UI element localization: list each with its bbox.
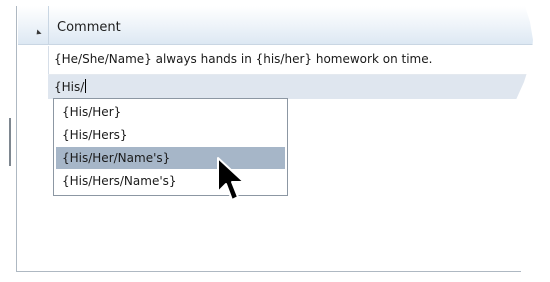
grid-left-border	[16, 6, 17, 272]
autocomplete-option[interactable]: {His/Hers/Name's}	[56, 170, 285, 192]
autocomplete-option[interactable]: {His/Her}	[56, 101, 285, 123]
autocomplete-option-selected[interactable]: {His/Her/Name's}	[56, 147, 285, 169]
grid-bottom-border	[16, 271, 521, 272]
grid-corner-cell[interactable]	[18, 6, 49, 44]
comment-cell-editor[interactable]: {His/	[54, 79, 87, 94]
autocomplete-dropdown: {His/Her} {His/Hers} {His/Her/Name's} {H…	[53, 98, 288, 196]
autocomplete-option[interactable]: {His/Hers}	[56, 124, 285, 146]
row-selector-column[interactable]	[18, 46, 49, 99]
resize-grip[interactable]	[9, 118, 11, 166]
table-row-editing[interactable]	[48, 75, 533, 99]
editor-text: {His/	[54, 80, 85, 94]
column-header-comment[interactable]: Comment	[57, 20, 121, 35]
screenshot-stage: Comment {He/She/Name} always hands in {h…	[0, 0, 550, 282]
text-caret	[85, 79, 87, 93]
mouse-pointer-icon	[217, 157, 245, 201]
comment-cell[interactable]: {He/She/Name} always hands in {his/her} …	[54, 52, 432, 66]
